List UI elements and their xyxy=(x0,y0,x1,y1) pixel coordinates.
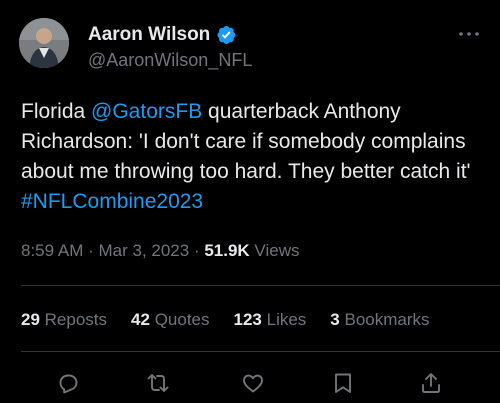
avatar[interactable] xyxy=(19,18,69,68)
stat-label: Bookmarks xyxy=(344,310,430,329)
stat-reposts[interactable]: 29 Reposts xyxy=(21,310,107,330)
share-button[interactable] xyxy=(418,370,444,396)
divider xyxy=(21,285,500,286)
stat-count: 3 xyxy=(330,310,340,329)
tweet-meta: 8:59 AM · Mar 3, 2023 · 51.9K Views xyxy=(21,241,299,261)
engagement-stats: 29 Reposts 42 Quotes 123 Likes 3 Bookmar… xyxy=(21,310,454,330)
views-count: 51.9K xyxy=(204,241,250,260)
bookmark-button[interactable] xyxy=(330,370,356,396)
reply-button[interactable] xyxy=(55,370,81,396)
tweet-time[interactable]: 8:59 AM xyxy=(21,241,83,260)
handle[interactable]: @AaronWilson_NFL xyxy=(88,50,252,71)
more-options-icon[interactable] xyxy=(458,27,480,39)
repost-icon xyxy=(147,374,169,392)
stat-bookmarks[interactable]: 3 Bookmarks xyxy=(330,310,429,330)
tweet-text-part: Florida xyxy=(21,100,92,123)
stat-count: 123 xyxy=(233,310,262,329)
stat-label: Likes xyxy=(266,310,307,329)
tweet-text: Florida @GatorsFB quarterback Anthony Ri… xyxy=(21,97,476,217)
display-name[interactable]: Aaron Wilson xyxy=(88,24,210,46)
stat-count: 42 xyxy=(131,310,150,329)
reply-icon xyxy=(59,374,78,394)
verified-badge-icon xyxy=(215,24,237,46)
share-icon xyxy=(422,373,440,393)
divider xyxy=(21,351,500,352)
views-label: Views xyxy=(249,241,300,260)
meta-separator: · xyxy=(83,241,99,260)
stat-label: Quotes xyxy=(154,310,210,329)
stat-label: Reposts xyxy=(44,310,108,329)
author-name-row[interactable]: Aaron Wilson xyxy=(88,24,237,46)
hashtag-link[interactable]: #NFLCombine2023 xyxy=(21,190,203,213)
repost-button[interactable] xyxy=(145,370,171,396)
tweet-date[interactable]: Mar 3, 2023 xyxy=(98,241,189,260)
like-icon xyxy=(243,374,263,393)
stat-quotes[interactable]: 42 Quotes xyxy=(131,310,209,330)
mention-link[interactable]: @GatorsFB xyxy=(91,100,202,123)
stat-likes[interactable]: 123 Likes xyxy=(234,310,307,330)
meta-separator: · xyxy=(189,241,205,260)
avatar-photo xyxy=(19,18,69,68)
like-button[interactable] xyxy=(240,370,266,396)
bookmark-icon xyxy=(335,373,351,393)
stat-count: 29 xyxy=(21,310,40,329)
